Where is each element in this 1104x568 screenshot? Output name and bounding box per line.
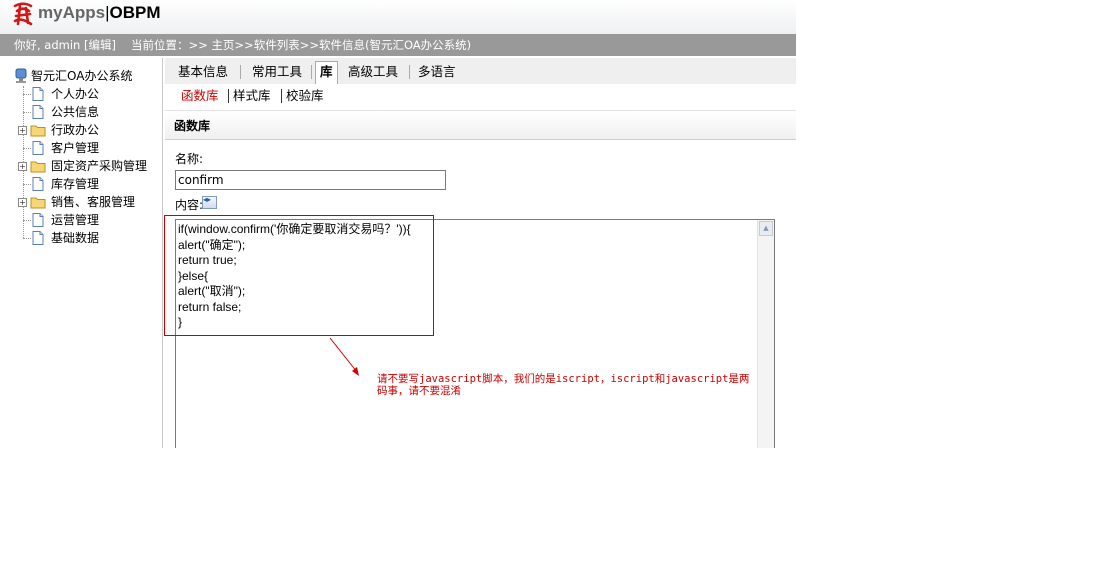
subtab-function-library[interactable]: 函数库	[181, 88, 219, 104]
tree-item-label: 基础数据	[51, 231, 100, 245]
page-icon	[32, 231, 44, 245]
expand-plus-icon[interactable]: +	[18, 162, 27, 171]
tab-label: 常用工具	[252, 64, 303, 79]
annotation-note: 请不要写javascript脚本，我们的是iscript，iscript和jav…	[377, 373, 750, 397]
code-editor-icon[interactable]	[202, 195, 217, 209]
scrollbar[interactable]: ▲	[757, 220, 774, 448]
tree-root-label: 智元汇OA办公系统	[31, 69, 133, 83]
annotation-highlight-box	[164, 215, 434, 336]
name-label: 名称:	[175, 152, 204, 166]
tab-label: 高级工具	[348, 64, 399, 79]
tab-advanced-tools[interactable]: 高级工具	[344, 62, 402, 82]
tab-common-tools[interactable]: 常用工具	[248, 62, 306, 82]
subtab-divider	[281, 89, 282, 103]
tab-multilanguage[interactable]: 多语言	[414, 62, 460, 82]
section-title: 函数库	[174, 119, 211, 133]
product-name: OBPM	[109, 3, 161, 22]
tree-item-label: 公共信息	[51, 105, 100, 119]
user-greeting[interactable]: 你好, admin [编辑]	[14, 34, 116, 56]
folder-icon	[30, 125, 46, 137]
brand: myApps|OBPM	[38, 3, 161, 23]
tree-item-label: 固定资产采购管理	[51, 159, 148, 173]
tree-item-label: 销售、客服管理	[51, 195, 136, 209]
folder-icon	[30, 161, 46, 173]
expand-plus-icon[interactable]: +	[18, 126, 27, 135]
tree-item-label: 客户管理	[51, 141, 100, 155]
header-bar: myApps|OBPM	[0, 0, 796, 34]
tab-library[interactable]: 库	[315, 61, 338, 84]
name-input[interactable]	[175, 170, 446, 190]
subtab-bar: 函数库 样式库 校验库	[165, 84, 796, 108]
subtab-divider	[228, 89, 229, 103]
folder-icon	[30, 197, 46, 209]
tree-item-label: 运营管理	[51, 213, 100, 227]
app-window: myApps|OBPM 你好, admin [编辑] 当前位置：>> 主页>>软…	[0, 0, 796, 448]
content-label: 内容:	[175, 198, 204, 212]
page-icon	[32, 105, 44, 119]
tab-label: 多语言	[418, 64, 456, 79]
tab-label: 基本信息	[178, 64, 229, 79]
tab-divider	[311, 65, 312, 79]
tab-divider	[240, 65, 241, 79]
expand-plus-icon[interactable]: +	[18, 198, 27, 207]
status-bar: 你好, admin [编辑] 当前位置：>> 主页>>软件列表>>软件信息(智元…	[0, 34, 796, 56]
section-header: 函数库	[165, 110, 796, 140]
tree-item-label: 行政办公	[51, 123, 100, 137]
logo-icon	[13, 2, 33, 26]
tree-root[interactable]: 智元汇OA办公系统	[14, 68, 132, 84]
computer-icon	[15, 68, 27, 83]
sidebar-tree: 智元汇OA办公系统 个人办公公共信息 + 行政办公客户管理 + 固定资产采购管理 库存管理…	[2, 58, 163, 448]
page-icon	[32, 177, 44, 191]
scroll-up-icon[interactable]: ▲	[759, 221, 773, 236]
breadcrumb[interactable]: 当前位置：>> 主页>>软件列表>>软件信息(智元汇OA办公系统)	[131, 34, 471, 56]
tree-item-label: 个人办公	[51, 87, 100, 101]
brand-name: myApps	[38, 3, 106, 22]
annotation-arrow-icon	[329, 337, 359, 376]
tab-basic-info[interactable]: 基本信息	[174, 62, 232, 82]
subtab-validation-library[interactable]: 校验库	[286, 88, 324, 104]
page-icon	[32, 213, 44, 227]
tab-label: 库	[320, 64, 333, 79]
page-icon	[32, 141, 44, 155]
tree-item-label: 库存管理	[51, 177, 100, 191]
tab-bar: 基本信息 常用工具 库 高级工具 多语言	[165, 58, 796, 85]
tab-divider	[409, 65, 410, 79]
page-icon	[32, 87, 44, 101]
subtab-style-library[interactable]: 样式库	[233, 88, 271, 104]
